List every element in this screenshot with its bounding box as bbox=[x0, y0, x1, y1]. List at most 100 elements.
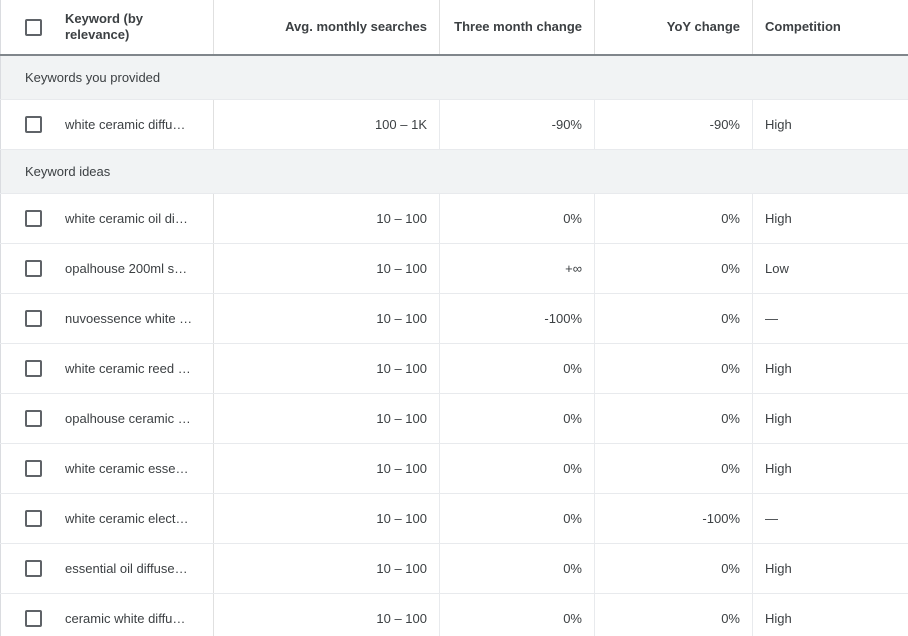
cell-avg-monthly-searches: 10 – 100 bbox=[213, 393, 440, 444]
table-row[interactable]: opalhouse ceramic … 10 – 100 0% 0% High bbox=[0, 393, 908, 444]
cell-avg-monthly-searches: 10 – 100 bbox=[213, 293, 440, 344]
row-checkbox[interactable] bbox=[24, 209, 42, 227]
row-checkbox-cell[interactable] bbox=[1, 409, 65, 427]
cell-competition: High bbox=[752, 393, 908, 444]
keyword-text: opalhouse 200ml s… bbox=[65, 260, 188, 276]
cell-competition: Low bbox=[752, 243, 908, 294]
row-checkbox-cell[interactable] bbox=[1, 209, 65, 227]
column-header-avg-monthly-searches[interactable]: Avg. monthly searches bbox=[213, 0, 440, 56]
table-row[interactable]: nuvoessence white … 10 – 100 -100% 0% — bbox=[0, 293, 908, 344]
table-row[interactable]: essential oil diffuse… 10 – 100 0% 0% High bbox=[0, 543, 908, 594]
cell-keyword[interactable]: ceramic white diffu… bbox=[0, 593, 214, 636]
row-checkbox-cell[interactable] bbox=[1, 359, 65, 377]
keyword-text: ceramic white diffu… bbox=[65, 610, 186, 626]
cell-yoy-change: 0% bbox=[594, 393, 753, 444]
cell-competition: High bbox=[752, 443, 908, 494]
table-row[interactable]: white ceramic oil di… 10 – 100 0% 0% High bbox=[0, 193, 908, 244]
column-header-competition[interactable]: Competition bbox=[752, 0, 908, 56]
row-checkbox[interactable] bbox=[24, 259, 42, 277]
cell-competition: — bbox=[752, 293, 908, 344]
table-row[interactable]: white ceramic elect… 10 – 100 0% -100% — bbox=[0, 493, 908, 544]
row-checkbox[interactable] bbox=[24, 359, 42, 377]
table-header-row: Keyword (by relevance) Avg. monthly sear… bbox=[0, 0, 908, 56]
cell-keyword[interactable]: white ceramic reed … bbox=[0, 343, 214, 394]
keyword-text: nuvoessence white … bbox=[65, 310, 193, 326]
cell-yoy-change: 0% bbox=[594, 593, 753, 636]
table-row[interactable]: white ceramic diffu… 100 – 1K -90% -90% High bbox=[0, 99, 908, 150]
cell-avg-monthly-searches: 10 – 100 bbox=[213, 443, 440, 494]
cell-avg-monthly-searches: 10 – 100 bbox=[213, 493, 440, 544]
cell-yoy-change: 0% bbox=[594, 343, 753, 394]
row-checkbox-cell[interactable] bbox=[1, 115, 65, 133]
row-checkbox-cell[interactable] bbox=[1, 509, 65, 527]
keyword-text: opalhouse ceramic … bbox=[65, 410, 191, 426]
cell-three-month-change: 0% bbox=[439, 193, 595, 244]
row-checkbox[interactable] bbox=[24, 309, 42, 327]
cell-competition: High bbox=[752, 543, 908, 594]
row-checkbox-cell[interactable] bbox=[1, 609, 65, 627]
cell-avg-monthly-searches: 10 – 100 bbox=[213, 543, 440, 594]
select-all-checkbox[interactable] bbox=[24, 18, 42, 36]
cell-avg-monthly-searches: 10 – 100 bbox=[213, 593, 440, 636]
cell-keyword[interactable]: opalhouse ceramic … bbox=[0, 393, 214, 444]
section-header-label: Keyword ideas bbox=[0, 149, 908, 194]
cell-three-month-change: 0% bbox=[439, 593, 595, 636]
cell-avg-monthly-searches: 10 – 100 bbox=[213, 343, 440, 394]
column-header-three-month-change[interactable]: Three month change bbox=[439, 0, 595, 56]
table-row[interactable]: white ceramic esse… 10 – 100 0% 0% High bbox=[0, 443, 908, 494]
row-checkbox[interactable] bbox=[24, 409, 42, 427]
keyword-text: white ceramic reed … bbox=[65, 360, 191, 376]
keyword-text: white ceramic esse… bbox=[65, 460, 189, 476]
table-body: Keywords you provided white ceramic diffu… bbox=[0, 55, 908, 636]
keyword-text: white ceramic oil di… bbox=[65, 210, 188, 226]
keyword-text: essential oil diffuse… bbox=[65, 560, 188, 576]
cell-keyword[interactable]: white ceramic oil di… bbox=[0, 193, 214, 244]
cell-yoy-change: 0% bbox=[594, 293, 753, 344]
table-row[interactable]: ceramic white diffu… 10 – 100 0% 0% High bbox=[0, 593, 908, 636]
keyword-text: white ceramic elect… bbox=[65, 510, 189, 526]
select-all-checkbox-cell[interactable] bbox=[1, 18, 65, 36]
column-header-yoy-change-label: YoY change bbox=[666, 19, 740, 34]
cell-keyword[interactable]: white ceramic elect… bbox=[0, 493, 214, 544]
row-checkbox-cell[interactable] bbox=[1, 559, 65, 577]
row-checkbox[interactable] bbox=[24, 509, 42, 527]
cell-avg-monthly-searches: 10 – 100 bbox=[213, 243, 440, 294]
row-checkbox[interactable] bbox=[24, 115, 42, 133]
cell-competition: High bbox=[752, 343, 908, 394]
cell-avg-monthly-searches: 100 – 1K bbox=[213, 99, 440, 150]
cell-three-month-change: 0% bbox=[439, 493, 595, 544]
section-header-label: Keywords you provided bbox=[0, 55, 908, 100]
cell-keyword[interactable]: nuvoessence white … bbox=[0, 293, 214, 344]
table-header: Keyword (by relevance) Avg. monthly sear… bbox=[0, 0, 908, 56]
cell-competition: — bbox=[752, 493, 908, 544]
cell-yoy-change: -90% bbox=[594, 99, 753, 150]
row-checkbox[interactable] bbox=[24, 609, 42, 627]
keyword-planner-table-view: Keyword (by relevance) Avg. monthly sear… bbox=[0, 0, 908, 636]
cell-avg-monthly-searches: 10 – 100 bbox=[213, 193, 440, 244]
table-row[interactable]: opalhouse 200ml s… 10 – 100 +∞ 0% Low bbox=[0, 243, 908, 294]
column-header-keyword-label: Keyword (by relevance) bbox=[65, 11, 144, 42]
cell-three-month-change: 0% bbox=[439, 343, 595, 394]
column-header-yoy-change[interactable]: YoY change bbox=[594, 0, 753, 56]
cell-three-month-change: 0% bbox=[439, 443, 595, 494]
row-checkbox[interactable] bbox=[24, 559, 42, 577]
row-checkbox-cell[interactable] bbox=[1, 259, 65, 277]
cell-keyword[interactable]: essential oil diffuse… bbox=[0, 543, 214, 594]
cell-three-month-change: -90% bbox=[439, 99, 595, 150]
row-checkbox-cell[interactable] bbox=[1, 459, 65, 477]
cell-keyword[interactable]: white ceramic esse… bbox=[0, 443, 214, 494]
cell-keyword[interactable]: white ceramic diffu… bbox=[0, 99, 214, 150]
cell-three-month-change: 0% bbox=[439, 393, 595, 444]
keyword-ideas-table: Keyword (by relevance) Avg. monthly sear… bbox=[0, 0, 908, 636]
cell-yoy-change: 0% bbox=[594, 193, 753, 244]
table-row[interactable]: white ceramic reed … 10 – 100 0% 0% High bbox=[0, 343, 908, 394]
keyword-text: white ceramic diffu… bbox=[65, 116, 186, 132]
cell-three-month-change: 0% bbox=[439, 543, 595, 594]
section-header-row: Keyword ideas bbox=[0, 149, 908, 194]
row-checkbox[interactable] bbox=[24, 459, 42, 477]
cell-three-month-change: -100% bbox=[439, 293, 595, 344]
row-checkbox-cell[interactable] bbox=[1, 309, 65, 327]
cell-yoy-change: 0% bbox=[594, 543, 753, 594]
cell-keyword[interactable]: opalhouse 200ml s… bbox=[0, 243, 214, 294]
column-header-keyword[interactable]: Keyword (by relevance) bbox=[0, 0, 214, 56]
